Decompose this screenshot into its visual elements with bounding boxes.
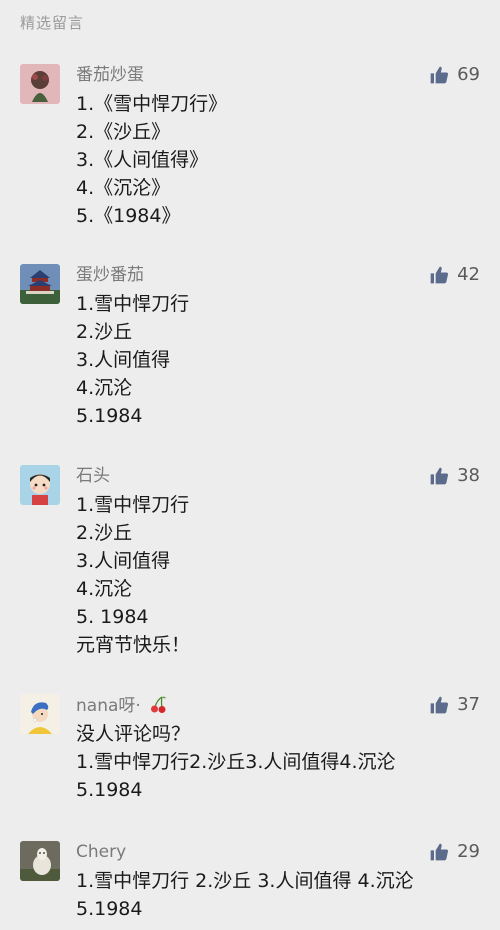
girl-with-pearl-earring-avatar-image — [20, 694, 60, 734]
temple-of-heaven-avatar-image — [20, 264, 60, 304]
comment-line: 1.雪中悍刀行2.沙丘3.人间值得4.沉沦 — [76, 751, 396, 773]
like-count: 69 — [457, 64, 480, 85]
like-button[interactable]: 38 — [429, 465, 480, 487]
like-button[interactable]: 29 — [429, 841, 480, 863]
thumbs-up-icon — [430, 696, 449, 714]
comment-item: Chery 29 1.雪中悍刀行 2.沙丘 3.人间值得 4.沉沦 5.1984 — [0, 841, 500, 930]
comment-line: 4.《沉沦》 — [76, 177, 171, 199]
thumbs-up-icon — [430, 266, 449, 284]
comment-item: nana呀· 37 没人评论吗？ 1.雪中悍刀行2.沙丘3.人间值得4.沉沦 5… — [0, 694, 500, 814]
section-title: 精选留言 — [20, 14, 85, 32]
comment-item: 蛋炒番茄 42 1.雪中悍刀行 2.沙丘 3.人间值得 4.沉沦 5.1984 — [0, 264, 500, 434]
like-count: 37 — [457, 694, 480, 715]
comment-item: 番茄炒蛋 69 1.《雪中悍刀行》 2.《沙丘》 3.《人间值得》 4.《沉沦》… — [0, 64, 500, 234]
comment-line: 5.1984 — [76, 405, 143, 427]
nickname-text: nana呀· — [76, 696, 141, 716]
comment-nickname[interactable]: Chery — [76, 841, 126, 863]
comment-line: 5. 1984 — [76, 606, 149, 628]
avatar[interactable] — [20, 264, 60, 304]
comment-line: 1.雪中悍刀行 2.沙丘 3.人间值得 4.沉沦 — [76, 870, 414, 892]
comment-content: 1.雪中悍刀行 2.沙丘 3.人间值得 4.沉沦 5.1984 — [76, 867, 460, 923]
thumbs-up-icon — [430, 467, 449, 485]
cartoon-boy-avatar-image — [20, 465, 60, 505]
comment-line: 5.1984 — [76, 779, 143, 801]
comment-line: 3.《人间值得》 — [76, 149, 209, 171]
like-count: 29 — [457, 841, 480, 862]
comment-nickname[interactable]: nana呀· — [76, 694, 168, 717]
comment-line: 元宵节快乐！ — [76, 634, 191, 656]
avatar[interactable] — [20, 64, 60, 104]
comment-content: 1.雪中悍刀行 2.沙丘 3.人间值得 4.沉沦 5.1984 — [76, 290, 460, 430]
avatar[interactable] — [20, 465, 60, 505]
comment-line: 没人评论吗？ — [76, 723, 191, 745]
avatar[interactable] — [20, 694, 60, 734]
comment-line: 5.《1984》 — [76, 205, 181, 227]
cherry-icon — [151, 696, 167, 713]
comment-content: 1.雪中悍刀行 2.沙丘 3.人间值得 4.沉沦 5. 1984 元宵节快乐！ — [76, 491, 460, 659]
like-button[interactable]: 37 — [429, 694, 480, 716]
avatar[interactable] — [20, 841, 60, 881]
comment-line: 5.1984 — [76, 898, 143, 920]
comment-line: 1.《雪中悍刀行》 — [76, 93, 228, 115]
comment-line: 2.沙丘 — [76, 321, 133, 343]
comment-line: 2.《沙丘》 — [76, 121, 171, 143]
like-button[interactable]: 69 — [429, 64, 480, 86]
comment-nickname[interactable]: 番茄炒蛋 — [76, 64, 144, 86]
like-count: 42 — [457, 264, 480, 285]
comment-nickname[interactable]: 蛋炒番茄 — [76, 264, 144, 286]
comment-line: 4.沉沦 — [76, 377, 133, 399]
comment-line: 1.雪中悍刀行 — [76, 494, 190, 516]
comment-line: 4.沉沦 — [76, 578, 133, 600]
comment-line: 1.雪中悍刀行 — [76, 293, 190, 315]
comment-nickname[interactable]: 石头 — [76, 465, 110, 487]
comment-line: 3.人间值得 — [76, 349, 171, 371]
comment-line: 2.沙丘 — [76, 522, 133, 544]
comment-content: 1.《雪中悍刀行》 2.《沙丘》 3.《人间值得》 4.《沉沦》 5.《1984… — [76, 90, 460, 230]
like-button[interactable]: 42 — [429, 264, 480, 286]
like-count: 38 — [457, 465, 480, 486]
comment-line: 3.人间值得 — [76, 550, 171, 572]
flower-avatar-image — [20, 64, 60, 104]
alpaca-avatar-image — [20, 841, 60, 881]
thumbs-up-icon — [430, 843, 449, 861]
comment-content: 没人评论吗？ 1.雪中悍刀行2.沙丘3.人间值得4.沉沦 5.1984 — [76, 720, 460, 804]
thumbs-up-icon — [430, 66, 449, 84]
comment-item: 石头 38 1.雪中悍刀行 2.沙丘 3.人间值得 4.沉沦 5. 1984 元… — [0, 465, 500, 665]
